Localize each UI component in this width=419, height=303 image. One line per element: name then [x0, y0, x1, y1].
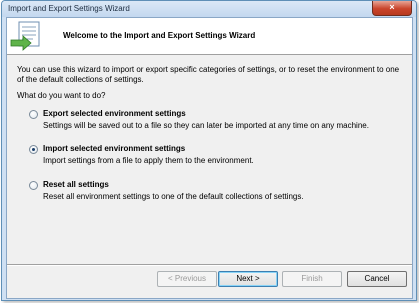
wizard-header: Welcome to the Import and Export Setting… — [7, 18, 412, 55]
export-radio[interactable] — [29, 110, 38, 119]
reset-option-label[interactable]: Reset all settings — [43, 180, 109, 189]
wizard-settings-icon — [10, 21, 40, 51]
window-title: Import and Export Settings Wizard — [8, 4, 130, 13]
title-bar[interactable]: Import and Export Settings Wizard × — [2, 1, 416, 17]
export-option-label[interactable]: Export selected environment settings — [43, 109, 186, 118]
wizard-heading: Welcome to the Import and Export Setting… — [63, 31, 256, 40]
export-option-description: Settings will be saved out to a file so … — [43, 121, 369, 130]
import-radio[interactable] — [29, 145, 38, 154]
wizard-window: Import and Export Settings Wizard × Welc… — [1, 0, 417, 301]
close-button[interactable]: × — [372, 1, 412, 16]
reset-radio[interactable] — [29, 181, 38, 190]
cancel-button[interactable]: Cancel — [347, 271, 407, 287]
wizard-client-area: Welcome to the Import and Export Setting… — [6, 17, 413, 299]
previous-button[interactable]: < Previous — [157, 271, 217, 287]
reset-option-description: Reset all environment settings to one of… — [43, 192, 304, 201]
close-icon: × — [389, 2, 395, 12]
import-option-description: Import settings from a file to apply the… — [43, 156, 254, 165]
import-option-label[interactable]: Import selected environment settings — [43, 144, 185, 153]
next-button[interactable]: Next > — [218, 271, 278, 287]
intro-text: You can use this wizard to import or exp… — [17, 65, 400, 84]
footer-divider — [7, 264, 412, 266]
finish-button[interactable]: Finish — [282, 271, 342, 287]
question-label: What do you want to do? — [17, 91, 106, 100]
